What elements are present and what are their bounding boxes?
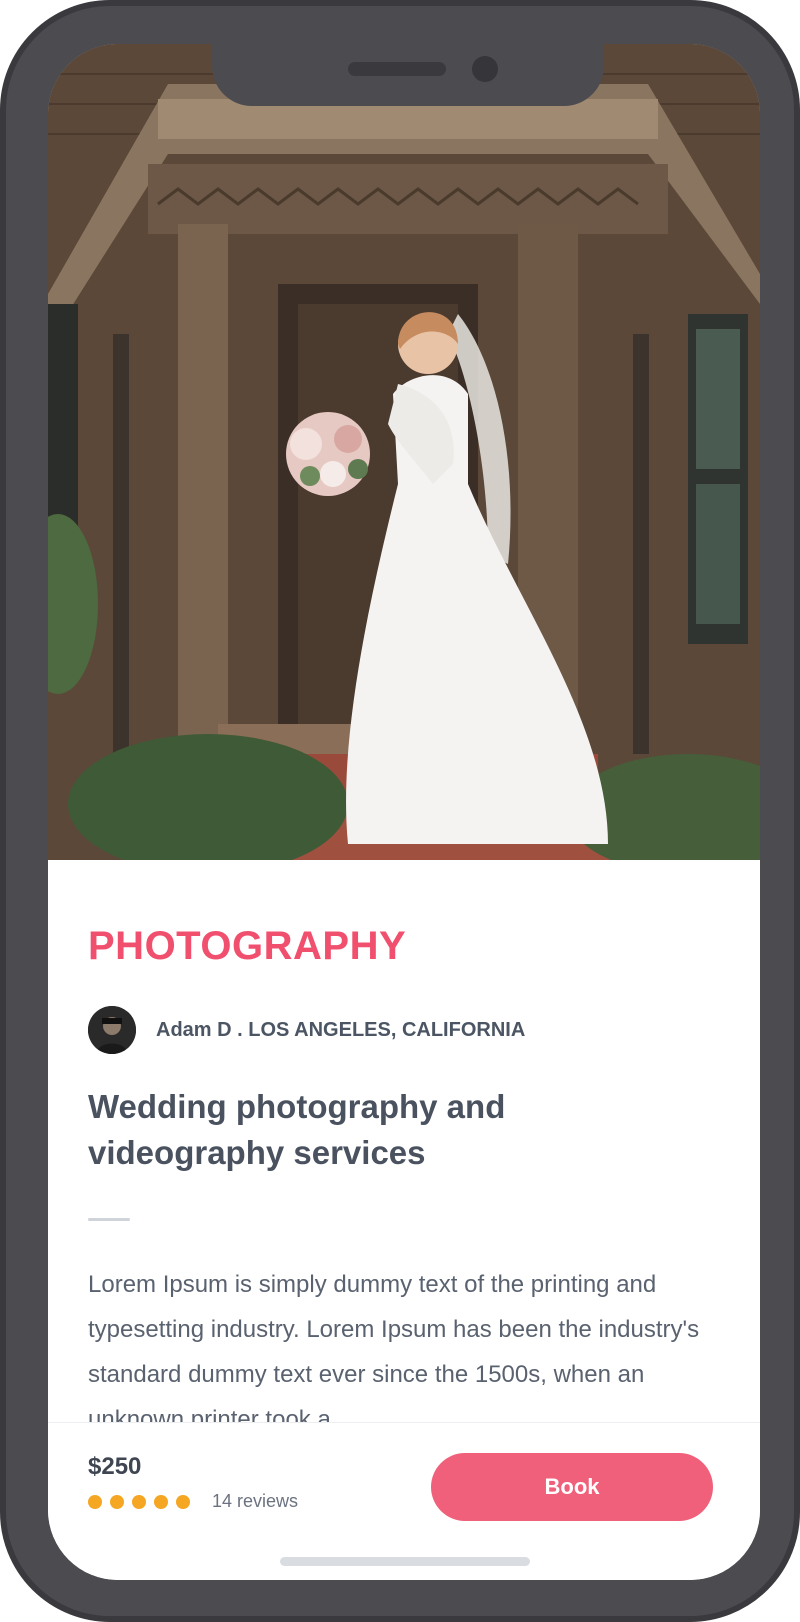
- hero-image: [48, 44, 760, 860]
- avatar[interactable]: [88, 1006, 136, 1054]
- divider: [88, 1218, 130, 1221]
- screen: PHOTOGRAPHY Adam D . LOS ANGELES, CALIFO…: [48, 44, 760, 1580]
- home-indicator[interactable]: [280, 1557, 530, 1566]
- front-camera-icon: [472, 56, 498, 82]
- author-row[interactable]: Adam D . LOS ANGELES, CALIFORNIA: [88, 1006, 525, 1054]
- star-icon: [176, 1494, 190, 1509]
- listing-title: Wedding photography and videography serv…: [88, 1088, 506, 1171]
- star-icon: [132, 1494, 146, 1509]
- notch: [212, 44, 604, 106]
- booking-bar: $250 14 reviews Book: [48, 1422, 760, 1580]
- rating: 14 reviews: [88, 1491, 298, 1512]
- avatar-photo-icon: [88, 1006, 136, 1054]
- speaker-grille: [348, 62, 446, 76]
- star-icon: [154, 1494, 168, 1509]
- price: $250: [88, 1453, 142, 1480]
- reviews-count[interactable]: 14 reviews: [212, 1491, 298, 1512]
- author-location: Adam D . LOS ANGELES, CALIFORNIA: [156, 1018, 526, 1041]
- category-label: PHOTOGRAPHY: [88, 924, 407, 968]
- star-icon: [88, 1494, 102, 1509]
- star-icon: [110, 1494, 124, 1509]
- wedding-photo: [48, 44, 760, 860]
- book-button[interactable]: Book: [431, 1453, 713, 1521]
- phone-frame: PHOTOGRAPHY Adam D . LOS ANGELES, CALIFO…: [0, 0, 800, 1622]
